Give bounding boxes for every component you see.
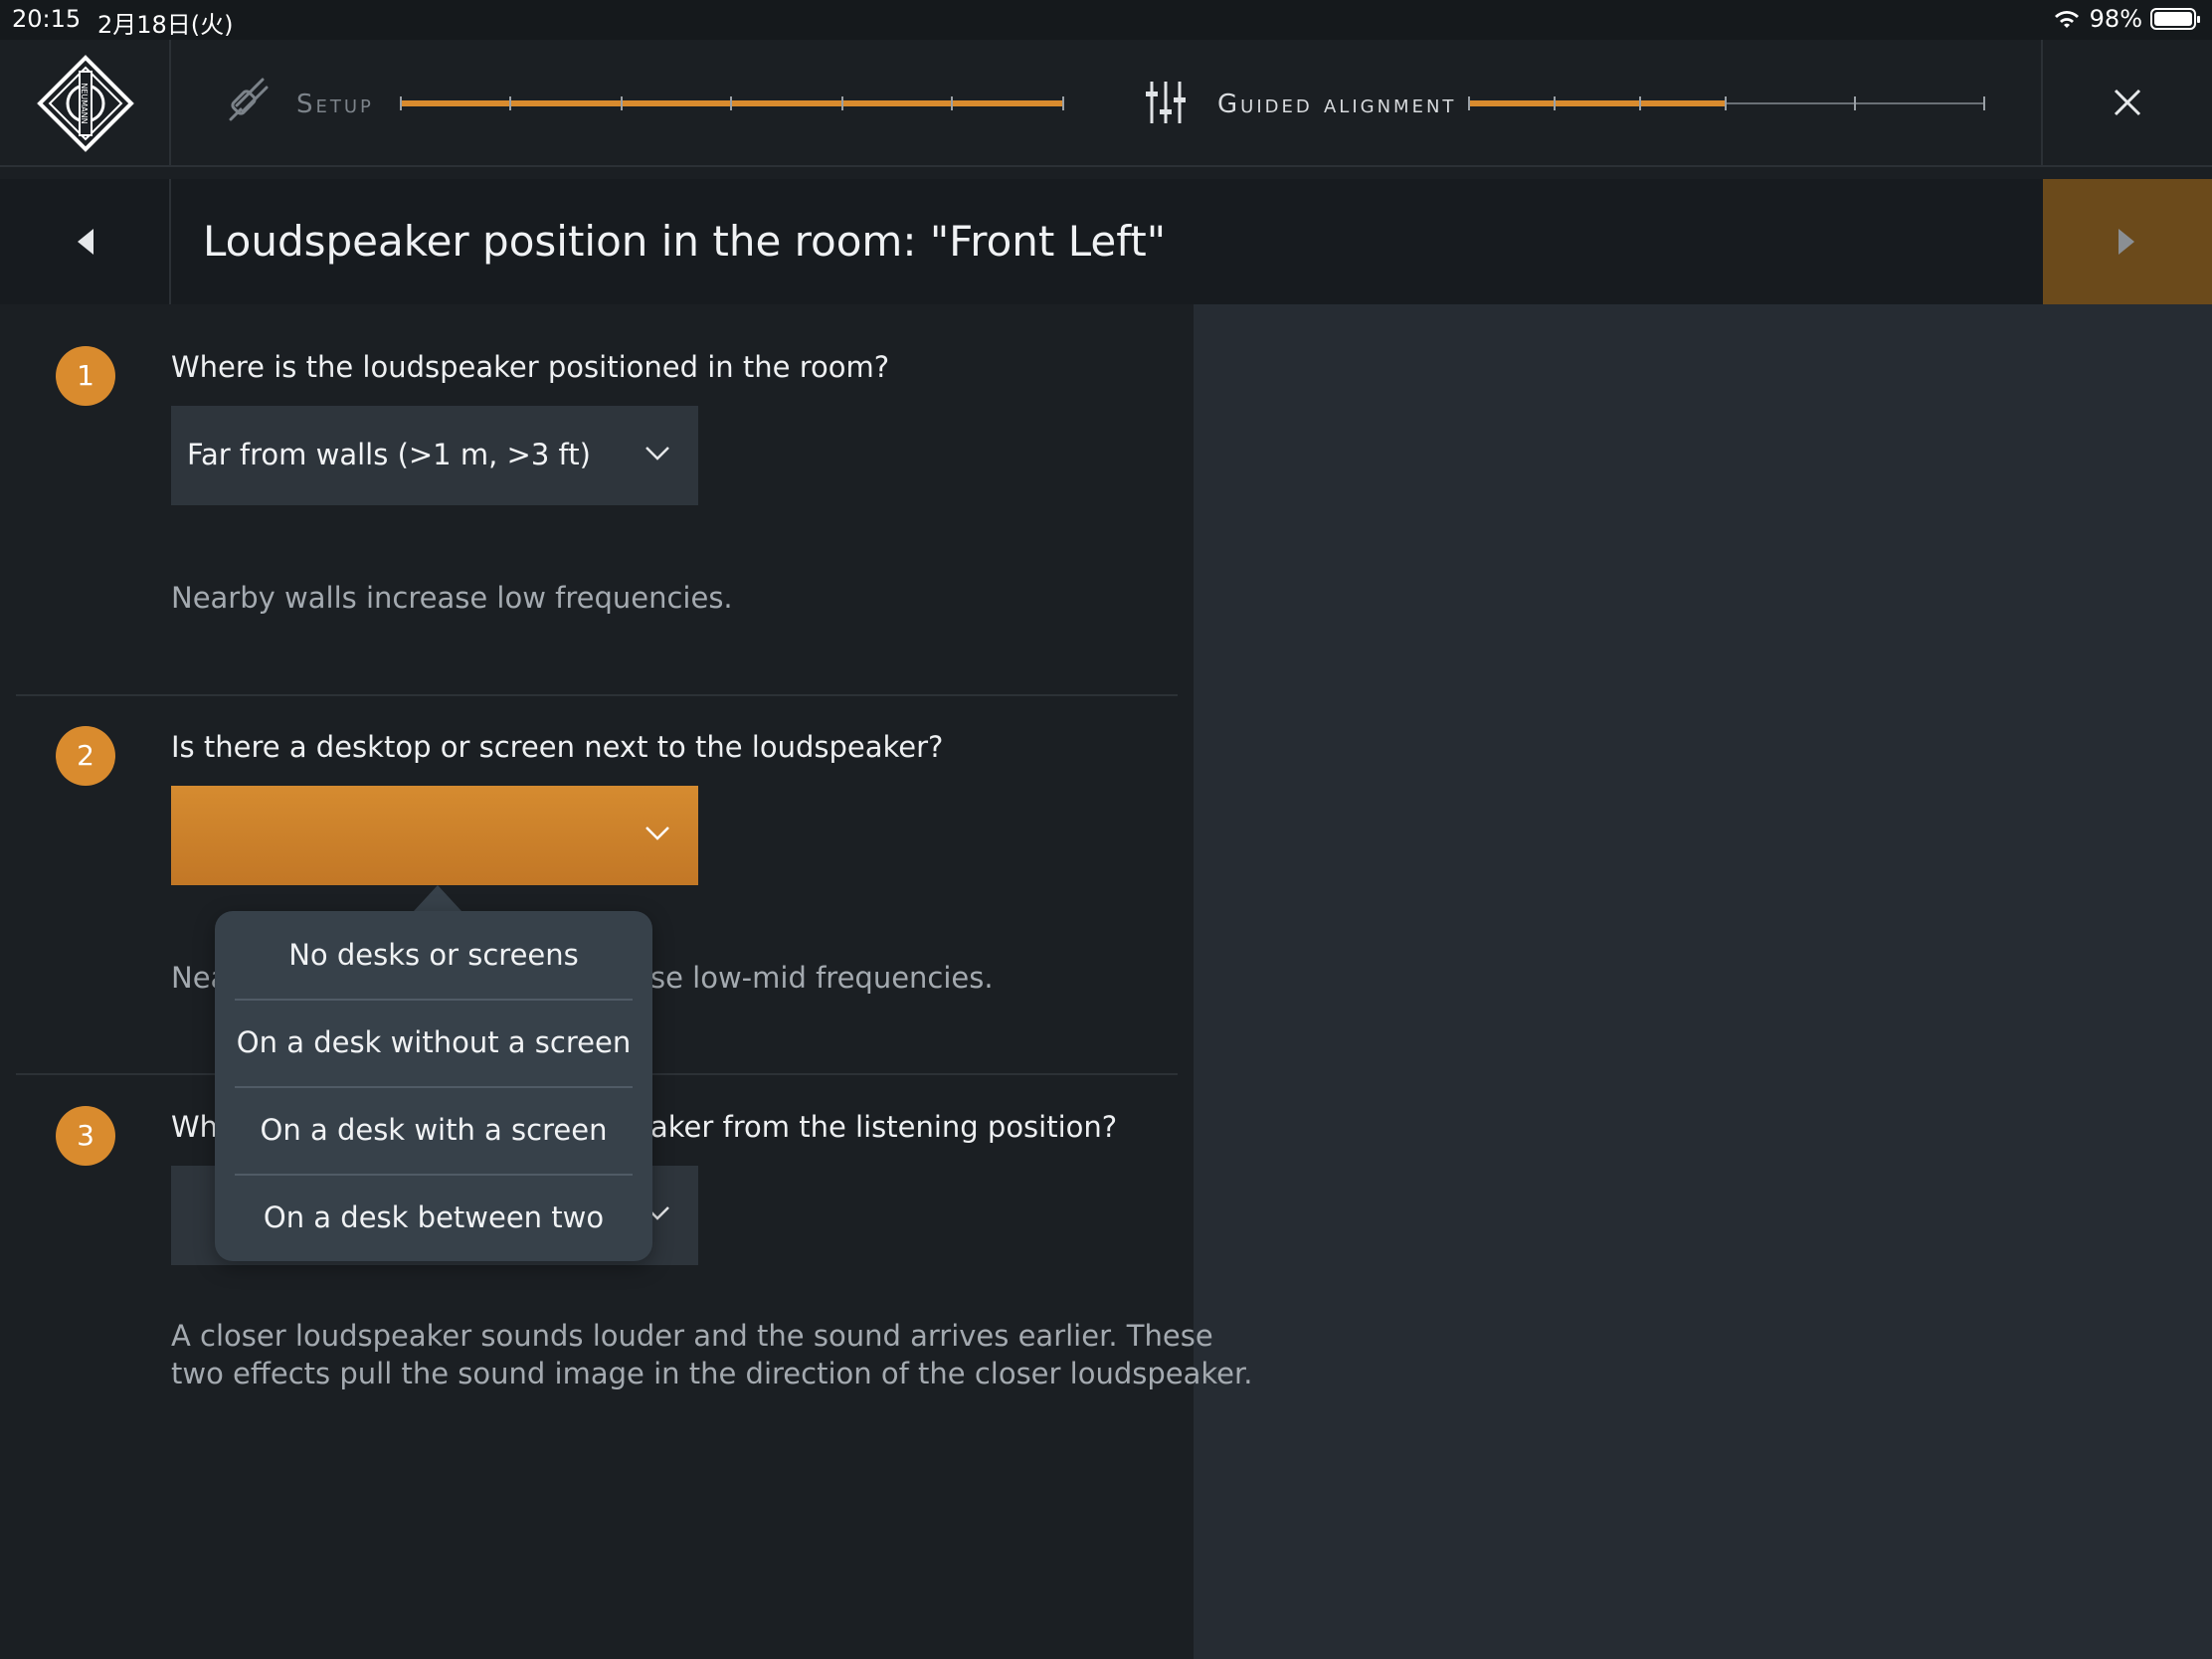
desk-screen-select[interactable] bbox=[171, 786, 698, 885]
back-button[interactable] bbox=[0, 179, 171, 304]
desk-screen-dropdown: No desks or screens On a desk without a … bbox=[215, 911, 652, 1261]
triangle-right-icon bbox=[2119, 229, 2134, 255]
step-number-2: 2 bbox=[56, 726, 115, 786]
position-select[interactable]: Far from walls (>1 m, >3 ft) bbox=[171, 406, 698, 505]
close-button[interactable] bbox=[2041, 40, 2212, 167]
option-desk-between-two-screens[interactable]: On a desk between two screens bbox=[215, 1174, 652, 1261]
title-bar: Loudspeaker position in the room: "Front… bbox=[0, 179, 2212, 304]
status-bar: 20:15 2月18日(火) 98% bbox=[0, 0, 2212, 40]
question-2-hint-end: se low-mid frequencies. bbox=[650, 961, 994, 995]
battery-icon bbox=[2150, 8, 2200, 30]
setup-step-label: Setup bbox=[296, 90, 374, 119]
close-icon bbox=[2114, 89, 2141, 116]
triangle-left-icon bbox=[78, 229, 93, 255]
dropdown-popover-arrow bbox=[414, 885, 461, 911]
battery-percent: 98% bbox=[2089, 5, 2142, 33]
setup-progress-fill bbox=[400, 100, 1064, 106]
question-1-text: Where is the loudspeaker positioned in t… bbox=[171, 350, 890, 384]
chevron-down-icon bbox=[645, 827, 669, 840]
status-date: 2月18日(火) bbox=[97, 11, 234, 39]
page-title: Loudspeaker position in the room: "Front… bbox=[203, 217, 1167, 266]
neumann-logo-icon: NEUMANN bbox=[37, 55, 134, 152]
sliders-icon bbox=[1146, 82, 1186, 123]
illustration-panel bbox=[1194, 304, 2212, 1659]
step-number-3: 3 bbox=[56, 1106, 115, 1166]
question-2-text: Is there a desktop or screen next to the… bbox=[171, 730, 944, 764]
question-1-hint: Nearby walls increase low frequencies. bbox=[171, 581, 733, 615]
plug-icon bbox=[229, 78, 269, 121]
question-3-hint-line-1: A closer loudspeaker sounds louder and t… bbox=[171, 1319, 1213, 1353]
logo-text: NEUMANN bbox=[80, 83, 89, 123]
position-select-value: Far from walls (>1 m, >3 ft) bbox=[187, 438, 591, 471]
option-desk-with-screen[interactable]: On a desk with a screen bbox=[215, 1086, 652, 1174]
logo: NEUMANN bbox=[0, 40, 171, 167]
option-desk-without-screen[interactable]: On a desk without a screen bbox=[215, 999, 652, 1086]
chevron-down-icon bbox=[645, 447, 669, 461]
question-3-text-end: aker from the listening position? bbox=[650, 1110, 1118, 1144]
status-right: 98% bbox=[2052, 5, 2200, 33]
wizard-header: NEUMANN Setup Guided alignment bbox=[0, 40, 2212, 167]
wifi-icon bbox=[2054, 11, 2079, 28]
setup-progress-bar bbox=[400, 96, 1064, 110]
question-3-text-start: Wh bbox=[171, 1110, 219, 1144]
section-divider bbox=[16, 694, 1178, 696]
step-number-1: 1 bbox=[56, 346, 115, 406]
alignment-progress-bar bbox=[1468, 96, 1985, 110]
status-time: 20:15 bbox=[12, 5, 82, 33]
option-no-desks-or-screens[interactable]: No desks or screens bbox=[215, 911, 652, 999]
question-3-hint-line-2: two effects pull the sound image in the … bbox=[171, 1357, 1253, 1390]
alignment-progress-fill bbox=[1468, 100, 1727, 106]
next-button[interactable] bbox=[2043, 179, 2212, 304]
guided-alignment-step-label: Guided alignment bbox=[1217, 90, 1457, 119]
